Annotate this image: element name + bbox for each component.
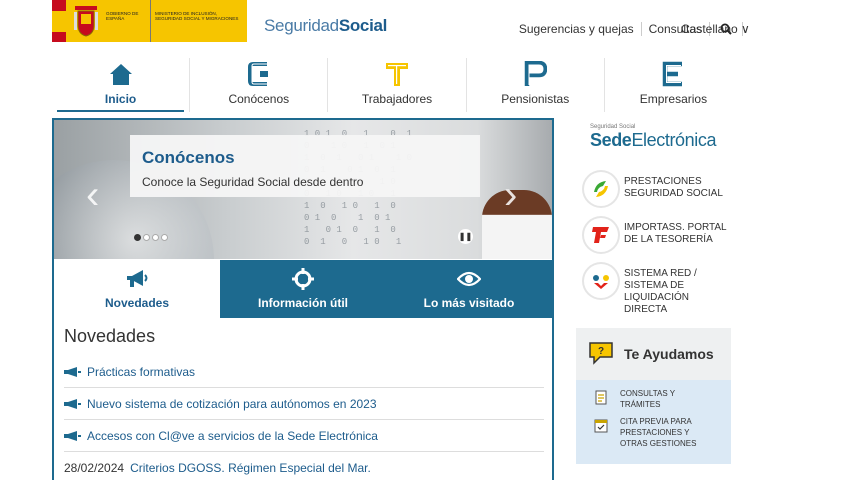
- carousel-dot[interactable]: [134, 234, 141, 241]
- nav-inicio[interactable]: Inicio: [52, 58, 191, 112]
- flag-icon: [52, 0, 66, 42]
- news-item[interactable]: 28/02/2024 Criterios DGOSS. Régimen Espe…: [64, 452, 544, 480]
- service-label: PRESTACIONES: [624, 176, 702, 187]
- eye-icon: [457, 268, 481, 290]
- nav-label: Trabajadores: [361, 92, 433, 106]
- carousel-subtitle: Conoce la Seguridad Social desde dentro: [142, 175, 364, 189]
- news-link[interactable]: Prácticas formativas: [87, 365, 195, 379]
- help-body: CONSULTAS Y TRÁMITES CITA PREVIA PARA PR…: [576, 380, 731, 464]
- help-label: TRÁMITES: [620, 400, 661, 409]
- nav-label: Empresarios: [639, 92, 708, 106]
- gov-label: GOBIERNO DE ESPAÑA: [106, 11, 139, 22]
- sede-electronica-logo[interactable]: Seguridad Social SedeElectrónica: [576, 118, 731, 166]
- pause-icon[interactable]: ❚❚: [458, 229, 473, 244]
- ministry-label: MINISTERIO DE INCLUSIÓN, SEGURIDAD SOCIA…: [150, 0, 246, 42]
- carousel-dot[interactable]: [143, 234, 150, 241]
- main-nav: Inicio Conócenos Trabajadores Pensionist…: [52, 58, 742, 112]
- sede-part2: Electrónica: [631, 130, 717, 150]
- coat-of-arms-icon: [66, 0, 106, 42]
- seguridad-social-logo[interactable]: SeguridadSocial: [264, 16, 387, 36]
- letter-p-icon: [521, 60, 549, 88]
- crosshair-icon: [292, 268, 314, 290]
- carousel-dot[interactable]: [161, 234, 168, 241]
- nav-label: Inicio: [104, 92, 137, 106]
- logo-part1: Seguridad: [264, 16, 339, 35]
- news-heading: Novedades: [64, 326, 156, 346]
- megaphone-bullet-icon: [64, 430, 81, 441]
- news-link[interactable]: Accesos con Cl@ve a servicios de la Sede…: [87, 429, 378, 443]
- tab-informacion-util[interactable]: Información útil: [220, 260, 386, 318]
- service-label: LIQUIDACIÓN: [624, 292, 690, 303]
- help-header[interactable]: ? Te Ayudamos: [576, 328, 731, 380]
- service-label: SISTEMA DE: [624, 280, 685, 291]
- logo-part2: Social: [338, 16, 388, 35]
- megaphone-icon: [125, 268, 149, 290]
- main-panel: 1 0 1 0 1 0 1 0 1 0 1 0 1 1 0 1 0 1 1 0 …: [52, 118, 554, 480]
- service-label: SISTEMA RED /: [624, 268, 697, 279]
- news-link[interactable]: Nuevo sistema de cotización para autónom…: [87, 397, 377, 411]
- tab-label: Novedades: [104, 296, 170, 310]
- letter-e-icon: [659, 60, 687, 88]
- letter-t-icon: [383, 60, 411, 88]
- government-logo[interactable]: GOBIERNO DE ESPAÑA MINISTERIO DE INCLUSI…: [52, 0, 247, 42]
- language-selector[interactable]: Castellano ∨: [681, 22, 750, 36]
- tab-label: Información útil: [258, 296, 348, 310]
- letter-c-icon: [245, 60, 273, 88]
- service-sistema-red[interactable]: SISTEMA RED / SISTEMA DE LIQUIDACIÓN DIR…: [576, 258, 731, 318]
- help-label: CITA PREVIA PARA: [620, 417, 692, 426]
- home-icon: [107, 60, 135, 88]
- nav-empresarios[interactable]: Empresarios: [605, 58, 742, 112]
- help-label: CONSULTAS Y: [620, 389, 676, 398]
- hero-carousel[interactable]: 1 0 1 0 1 0 1 0 1 0 1 0 1 1 0 1 0 1 1 0 …: [54, 120, 552, 259]
- carousel-prev-icon[interactable]: ‹: [86, 175, 99, 215]
- carousel-caption[interactable]: Conócenos Conoce la Seguridad Social des…: [130, 135, 480, 197]
- sistema-red-icon: [584, 264, 618, 298]
- document-icon: [594, 388, 608, 406]
- help-chat-icon: ?: [588, 341, 614, 368]
- help-item-cita-previa[interactable]: CITA PREVIA PARA PRESTACIONES Y OTRAS GE…: [594, 416, 731, 449]
- service-label: SEGURIDAD SOCIAL: [624, 188, 723, 199]
- carousel-title: Conócenos: [142, 148, 235, 167]
- content-tabs: Novedades Información útil Lo más visita…: [54, 260, 552, 318]
- news-date: 28/02/2024: [64, 460, 125, 475]
- news-item[interactable]: Accesos con Cl@ve a servicios de la Sede…: [64, 420, 544, 452]
- news-link[interactable]: Criterios DGOSS. Régimen Especial del Ma…: [130, 461, 371, 475]
- link-sugerencias[interactable]: Sugerencias y quejas: [512, 22, 642, 36]
- service-importass[interactable]: IMPORTASS. PORTAL DE LA TESORERÍA: [576, 212, 731, 258]
- nav-pensionistas[interactable]: Pensionistas: [467, 58, 605, 112]
- megaphone-bullet-icon: [64, 398, 81, 409]
- page: GOBIERNO DE ESPAÑA MINISTERIO DE INCLUSI…: [0, 0, 853, 480]
- importass-icon: [584, 218, 618, 252]
- service-label: DIRECTA: [624, 304, 668, 315]
- service-label: DE LA TESORERÍA: [624, 234, 713, 245]
- tab-novedades[interactable]: Novedades: [54, 260, 220, 318]
- help-title: Te Ayudamos: [624, 346, 714, 362]
- nav-conocenos[interactable]: Conócenos: [190, 58, 329, 112]
- megaphone-bullet-icon: [64, 366, 81, 377]
- carousel-dots: [134, 234, 168, 241]
- carousel-dot[interactable]: [152, 234, 159, 241]
- help-label: OTRAS GESTIONES: [620, 439, 697, 448]
- prestaciones-icon: [584, 172, 618, 206]
- nav-trabajadores[interactable]: Trabajadores: [328, 58, 467, 112]
- news-item[interactable]: Nuevo sistema de cotización para autónom…: [64, 388, 544, 420]
- carousel-next-icon[interactable]: ›: [504, 175, 517, 215]
- tab-mas-visitado[interactable]: Lo más visitado: [386, 260, 552, 318]
- news-section: Novedades Prácticas formativas Nuevo sis…: [64, 326, 544, 480]
- service-prestaciones[interactable]: PRESTACIONES SEGURIDAD SOCIAL: [576, 166, 731, 212]
- sidebar: Seguridad Social SedeElectrónica PRESTAC…: [576, 118, 731, 464]
- sede-part1: Sede: [590, 130, 632, 150]
- svg-text:?: ?: [598, 346, 604, 357]
- nav-label: Pensionistas: [501, 92, 570, 106]
- nav-label: Conócenos: [228, 92, 290, 106]
- help-label: PRESTACIONES Y: [620, 428, 690, 437]
- calendar-icon: [594, 416, 608, 434]
- help-item-consultas[interactable]: CONSULTAS Y TRÁMITES: [594, 388, 731, 410]
- service-label: IMPORTASS. PORTAL: [624, 222, 727, 233]
- news-item[interactable]: Prácticas formativas: [64, 356, 544, 388]
- tab-label: Lo más visitado: [423, 296, 515, 310]
